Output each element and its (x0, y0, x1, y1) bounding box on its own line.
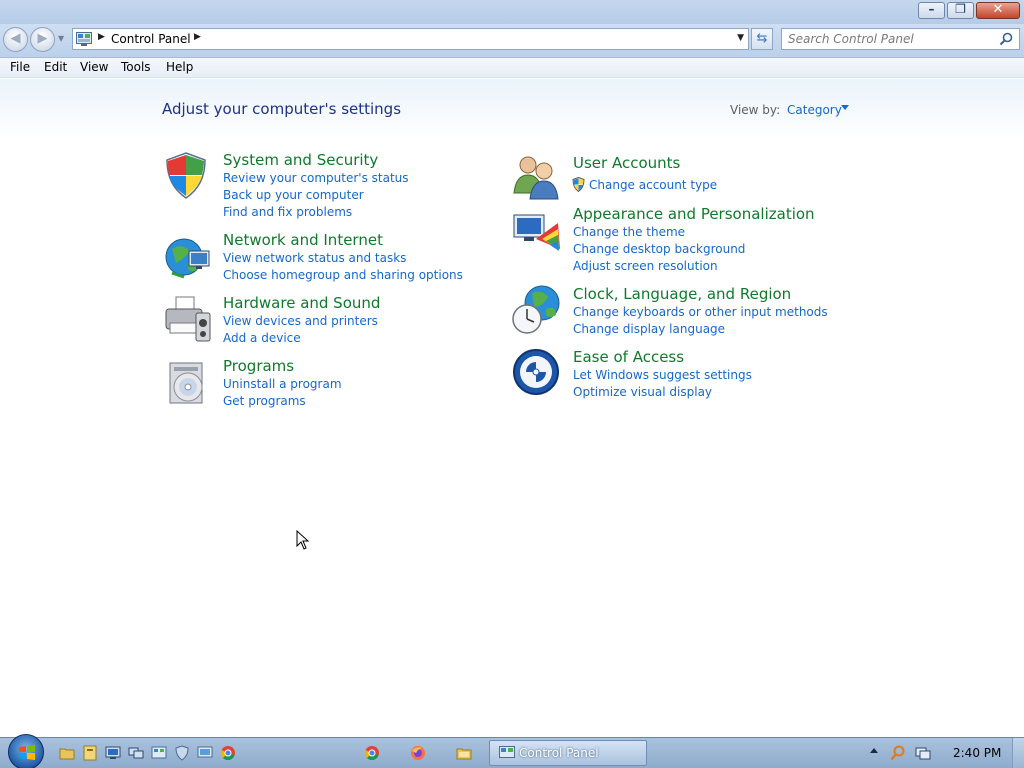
show-desktop-button[interactable] (1012, 738, 1024, 768)
control-panel-icon[interactable] (151, 745, 167, 761)
category-network-internet[interactable]: Network and Internet (223, 231, 383, 249)
security-center-icon[interactable] (174, 745, 190, 761)
file-explorer-icon[interactable] (456, 745, 472, 761)
appearance-monitor-icon[interactable] (512, 209, 562, 259)
breadcrumb-separator-icon[interactable]: ▶ (98, 32, 105, 42)
menu-file[interactable]: File (10, 60, 30, 74)
link-homegroup[interactable]: Choose homegroup and sharing options (223, 268, 463, 282)
menu-view[interactable]: View (80, 60, 108, 74)
close-button[interactable]: ✕ (976, 2, 1020, 19)
file-manager-icon[interactable] (82, 745, 98, 761)
breadcrumb-separator-icon[interactable]: ▶ (194, 32, 201, 42)
link-screen-resolution[interactable]: Adjust screen resolution (573, 259, 718, 273)
category-system-security[interactable]: System and Security (223, 151, 378, 169)
chrome-taskbar-icon[interactable] (364, 745, 380, 761)
forward-arrow-icon: ▶ (37, 31, 48, 46)
taskbar: Control Panel 2:40 PM (0, 734, 1024, 768)
breadcrumb-control-panel[interactable]: Control Panel (111, 32, 191, 46)
start-button[interactable] (8, 734, 44, 768)
link-uninstall[interactable]: Uninstall a program (223, 377, 342, 391)
taskbar-clock[interactable]: 2:40 PM (953, 746, 1001, 760)
menu-bar: File Edit View Tools Help (0, 58, 1024, 78)
control-panel-content: Adjust your computer's settings View by:… (0, 79, 1024, 737)
view-by-caret-icon[interactable] (841, 105, 849, 110)
menu-tools[interactable]: Tools (121, 60, 151, 74)
link-review-status[interactable]: Review your computer's status (223, 171, 409, 185)
restore-icon: ❐ (955, 2, 966, 16)
category-ease-access[interactable]: Ease of Access (573, 348, 684, 366)
category-programs[interactable]: Programs (223, 357, 294, 375)
view-by-label: View by: (730, 103, 781, 117)
address-dropdown-icon[interactable]: ▼ (737, 33, 744, 43)
user-accounts-icon[interactable] (512, 151, 562, 201)
back-arrow-icon: ◀ (10, 31, 21, 46)
search-input[interactable] (788, 31, 993, 47)
security-shield-icon[interactable] (162, 151, 212, 201)
refresh-icon: ⇆ (756, 31, 768, 46)
minimize-button[interactable]: – (918, 2, 945, 19)
computer-icon[interactable] (105, 745, 121, 761)
chrome-icon[interactable] (220, 745, 236, 761)
taskbar-task-label: Control Panel (519, 746, 599, 760)
explorer-folder-icon[interactable] (59, 745, 75, 761)
firefox-icon[interactable] (410, 745, 426, 761)
category-clock-region[interactable]: Clock, Language, and Region (573, 285, 791, 303)
menu-help[interactable]: Help (166, 60, 193, 74)
ease-of-access-icon[interactable] (512, 347, 562, 397)
control-panel-icon (76, 32, 92, 46)
link-find-fix[interactable]: Find and fix problems (223, 205, 352, 219)
network-globe-icon[interactable] (162, 233, 212, 283)
category-appearance[interactable]: Appearance and Personalization (573, 205, 815, 223)
control-panel-icon (499, 746, 515, 758)
restore-button[interactable]: ❐ (947, 2, 974, 19)
search-box[interactable] (781, 28, 1020, 50)
programs-disc-icon[interactable] (162, 357, 212, 407)
view-by-dropdown[interactable]: Category (787, 103, 842, 117)
address-bar[interactable]: ▶ Control Panel ▶ ▼ (72, 28, 749, 50)
link-change-theme[interactable]: Change the theme (573, 225, 685, 239)
link-suggest-settings[interactable]: Let Windows suggest settings (573, 368, 752, 382)
navigation-bar: ◀ ▶ ▼ ▶ Control Panel ▶ ▼ ⇆ (0, 24, 1024, 58)
menu-edit[interactable]: Edit (44, 60, 67, 74)
link-display-language[interactable]: Change display language (573, 322, 725, 336)
link-change-account-type[interactable]: Change account type (589, 178, 717, 192)
clock-globe-icon[interactable] (512, 285, 562, 335)
link-optimize-visual[interactable]: Optimize visual display (573, 385, 712, 399)
window-titlebar[interactable]: – ❐ ✕ (0, 0, 1024, 24)
category-user-accounts[interactable]: User Accounts (573, 154, 680, 172)
link-get-programs[interactable]: Get programs (223, 394, 306, 408)
printer-speaker-icon[interactable] (162, 295, 212, 345)
recent-pages-dropdown-icon[interactable]: ▼ (58, 34, 64, 43)
link-desktop-background[interactable]: Change desktop background (573, 242, 745, 256)
category-hardware-sound[interactable]: Hardware and Sound (223, 294, 380, 312)
refresh-button[interactable]: ⇆ (751, 28, 773, 50)
link-network-status[interactable]: View network status and tasks (223, 251, 406, 265)
close-icon: ✕ (992, 2, 1004, 17)
uac-shield-icon (572, 177, 585, 192)
link-back-up[interactable]: Back up your computer (223, 188, 364, 202)
windows-logo-icon (19, 745, 35, 760)
display-settings-icon[interactable] (197, 745, 213, 761)
search-tray-icon[interactable] (890, 745, 906, 761)
mouse-cursor-icon (296, 530, 310, 550)
network-icon[interactable] (128, 745, 144, 761)
link-keyboards-input[interactable]: Change keyboards or other input methods (573, 305, 828, 319)
taskbar-control-panel-button[interactable]: Control Panel (489, 740, 647, 766)
minimize-icon: – (928, 2, 935, 16)
link-add-device[interactable]: Add a device (223, 331, 301, 345)
search-icon[interactable] (999, 32, 1013, 46)
page-title: Adjust your computer's settings (162, 100, 402, 118)
show-hidden-icons-icon[interactable] (870, 748, 878, 753)
forward-button[interactable]: ▶ (30, 27, 55, 52)
back-button[interactable]: ◀ (3, 27, 28, 52)
link-devices-printers[interactable]: View devices and printers (223, 314, 378, 328)
network-tray-icon[interactable] (915, 745, 931, 761)
